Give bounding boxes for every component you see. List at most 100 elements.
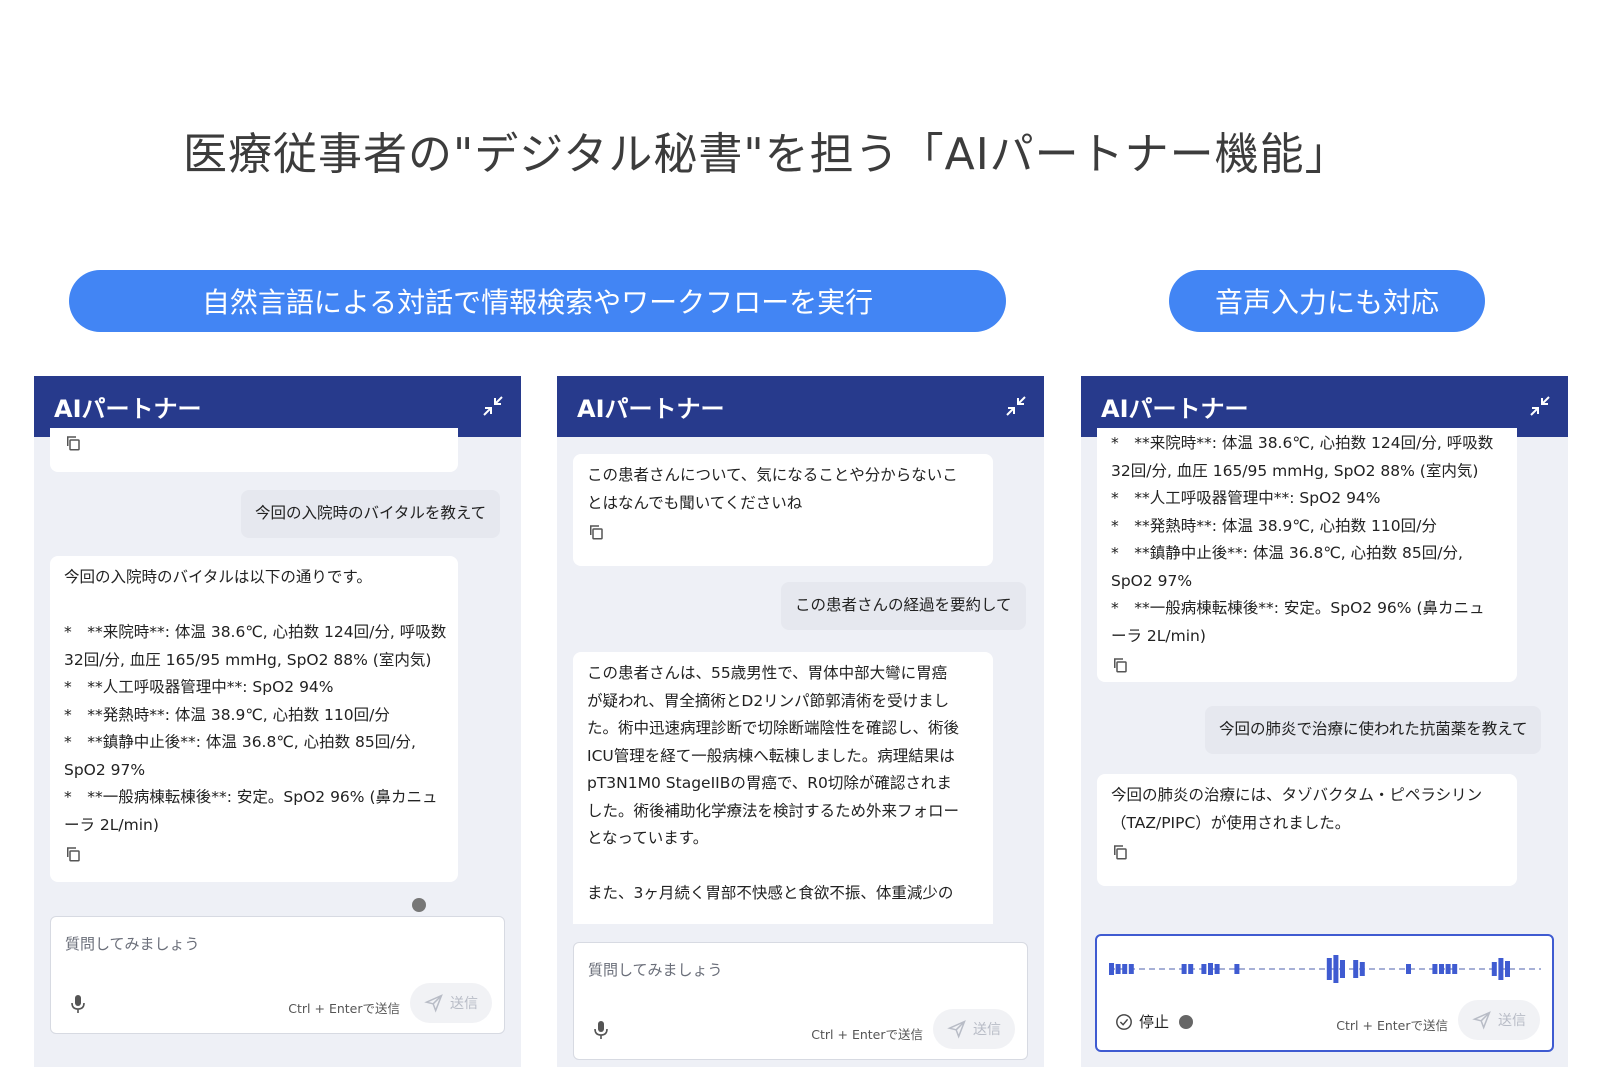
feature-pill-dialog: 自然言語による対話で情報検索やワークフローを実行 — [69, 270, 1006, 332]
waveform-bar — [1498, 958, 1504, 980]
message-line: 32回/分, 血圧 165/95 mmHg, SpO2 88% (室内気) — [64, 650, 432, 669]
message-line: した。術後補助化学療法を検討するため外来フォロー — [587, 801, 960, 820]
waveform-bar — [1491, 962, 1497, 976]
collapse-icon[interactable] — [481, 394, 505, 418]
input-placeholder: 質問してみましょう — [588, 961, 723, 979]
message-line — [64, 592, 444, 620]
waveform-bar — [1208, 963, 1213, 975]
copy-icon[interactable] — [64, 434, 82, 452]
message-line: * **来院時**: 体温 38.6℃, 心拍数 124回/分, 呼吸数 — [64, 623, 447, 641]
message-line: * **鎮静中止後**: 体温 36.8℃, 心拍数 85回/分, — [1111, 544, 1463, 562]
waveform-bar — [1234, 964, 1240, 974]
panel-title: AIパートナー — [1101, 395, 1249, 423]
send-button[interactable]: 送信 — [1458, 1000, 1540, 1040]
waveform-bar — [1181, 964, 1187, 974]
send-shortcut-hint: Ctrl + Enterで送信 — [1336, 1018, 1448, 1033]
ai-message: 今回の入院時のバイタルは以下の通りです。 * **来院時**: 体温 38.6℃,… — [50, 556, 458, 882]
send-icon — [1472, 1011, 1491, 1030]
message-line: この患者さんは、55歳男性で、胃体中部大彎に胃癌 — [587, 664, 948, 682]
panel-title: AIパートナー — [577, 395, 725, 423]
send-icon — [947, 1020, 966, 1039]
panel-title: AIパートナー — [54, 395, 202, 423]
ai-message: 今回の肺炎の治療には、タゾバクタム・ピペラシリン （TAZ/PIPC）が使用されま… — [1097, 774, 1517, 886]
waveform-bar — [1505, 961, 1510, 977]
waveform-bar — [1333, 955, 1339, 983]
waveform-bar — [1445, 964, 1451, 974]
user-message: この患者さんの経過を要約して — [781, 582, 1026, 630]
page-title: 医療従事者の"デジタル秘書"を担う「AIパートナー機能」 — [183, 129, 1350, 180]
message-line: * **一般病棟転棟後**: 安定。SpO2 96% (鼻カニュ — [1111, 599, 1485, 617]
send-shortcut-hint: Ctrl + Enterで送信 — [811, 1027, 923, 1042]
message-line: ーラ 2L/min) — [1111, 626, 1206, 645]
panel-header: AIパートナー — [557, 376, 1044, 437]
message-line: SpO2 97% — [1111, 571, 1193, 590]
waveform-bar — [1432, 964, 1438, 974]
check-circle-icon — [1116, 1013, 1132, 1030]
send-shortcut-hint: Ctrl + Enterで送信 — [288, 1001, 400, 1016]
ai-message-previous — [50, 428, 458, 472]
waveform-bar — [1122, 964, 1128, 974]
ai-message-text: この患者さんは、55歳男性で、胃体中部大彎に胃癌 が疑われ、胃全摘術とD2リンパ節… — [587, 660, 979, 908]
waveform-bar — [1359, 962, 1365, 976]
waveform-bar — [1340, 960, 1345, 978]
send-button[interactable]: 送信 — [933, 1009, 1015, 1049]
message-line: SpO2 97% — [64, 760, 146, 779]
waveform-bar — [1214, 964, 1220, 974]
copy-icon[interactable] — [1111, 843, 1129, 861]
waveform-bar — [1452, 964, 1458, 974]
waveform-bar — [1188, 964, 1194, 974]
ai-message-text: 今回の肺炎の治療には、タゾバクタム・ピペラシリン （TAZ/PIPC）が使用されま… — [1111, 782, 1503, 837]
message-line: ーラ 2L/min) — [64, 815, 159, 834]
question-input[interactable]: 質問してみましょう Ctrl + Enterで送信 送信 — [50, 916, 505, 1034]
ai-greeting-text: この患者さんについて、気になることや分からないこ とはなんでも聞いてくださいね — [587, 462, 979, 517]
message-line: となっています。 — [587, 829, 709, 847]
copy-icon[interactable] — [64, 845, 82, 863]
waveform-bar — [1353, 960, 1359, 978]
user-message: 今回の肺炎で治療に使われた抗菌薬を教えて — [1205, 706, 1542, 754]
chat-panel-summary: AIパートナー この患者さんについて、気になることや分からないこ とはなんでも聞い… — [557, 376, 1044, 1067]
message-line — [587, 853, 979, 881]
microphone-icon[interactable] — [592, 1019, 610, 1041]
message-line: 今回の入院時のバイタルは以下の通りです。 — [64, 568, 372, 586]
collapse-icon[interactable] — [1528, 394, 1552, 418]
copy-icon[interactable] — [587, 523, 605, 541]
input-placeholder: 質問してみましょう — [65, 935, 200, 953]
send-icon — [424, 994, 443, 1013]
message-line: また、3ヶ月続く胃部不快感と食欲不振、体重減少の — [587, 884, 954, 902]
waveform-bar — [1128, 964, 1134, 974]
message-line: * **鎮静中止後**: 体温 36.8℃, 心拍数 85回/分, — [64, 733, 416, 751]
send-button[interactable]: 送信 — [410, 983, 492, 1023]
scroll-indicator[interactable] — [412, 898, 426, 912]
message-line: * **発熱時**: 体温 38.9℃, 心拍数 110回/分 — [64, 705, 390, 724]
message-line: この患者さんについて、気になることや分からないこ — [587, 466, 958, 484]
feature-pill-voice: 音声入力にも対応 — [1169, 270, 1485, 332]
message-line: * **人工呼吸器管理中**: SpO2 94% — [64, 678, 334, 696]
message-line: * **発熱時**: 体温 38.9℃, 心拍数 110回/分 — [1111, 516, 1437, 535]
message-line: た。術中迅速病理診断で切除断端陰性を確認し、術後 — [587, 719, 960, 737]
ai-message: この患者さんは、55歳男性で、胃体中部大彎に胃癌 が疑われ、胃全摘術とD2リンパ節… — [573, 652, 993, 924]
ai-greeting: この患者さんについて、気になることや分からないこ とはなんでも聞いてくださいね — [573, 454, 993, 566]
message-line: とはなんでも聞いてくださいね — [587, 493, 803, 512]
chat-panel-vitals: AIパートナー 今回の入院時のバイタルを教えて 今回の入院時のバイタルは以下の通… — [34, 376, 521, 1067]
message-line: 今回の肺炎の治療には、タゾバクタム・ピペラシリン — [1111, 786, 1483, 804]
message-line: * **来院時**: 体温 38.6℃, 心拍数 124回/分, 呼吸数 — [1111, 434, 1494, 452]
stop-recording-button[interactable]: 停止 — [1115, 1011, 1194, 1032]
message-line: pT3N1M0 StageIIBの胃癌で、R0切除が確認されま — [587, 774, 952, 792]
message-line: 32回/分, 血圧 165/95 mmHg, SpO2 88% (室内気) — [1111, 461, 1479, 480]
microphone-icon[interactable] — [69, 993, 87, 1015]
message-line: * **人工呼吸器管理中**: SpO2 94% — [1111, 489, 1381, 507]
chat-panel-voice: AIパートナー * **来院時**: 体温 38.6℃, 心拍数 124回/分,… — [1081, 376, 1568, 1067]
ai-message-text: 今回の入院時のバイタルは以下の通りです。 * **来院時**: 体温 38.6℃,… — [64, 564, 447, 839]
message-line: * **一般病棟転棟後**: 安定。SpO2 96% (鼻カニュ — [64, 788, 438, 806]
send-label: 送信 — [1498, 1013, 1526, 1029]
ai-message-text: * **来院時**: 体温 38.6℃, 心拍数 124回/分, 呼吸数 32回/… — [1111, 430, 1503, 650]
waveform-bar — [1115, 964, 1121, 974]
stop-label: 停止 — [1139, 1013, 1170, 1031]
collapse-icon[interactable] — [1004, 394, 1028, 418]
voice-input-box[interactable]: 停止 Ctrl + Enterで送信 送信 — [1095, 934, 1554, 1052]
waveform-bar — [1201, 964, 1207, 974]
question-input[interactable]: 質問してみましょう Ctrl + Enterで送信 送信 — [573, 942, 1028, 1060]
waveform-bar — [1439, 964, 1444, 974]
copy-icon[interactable] — [1111, 656, 1129, 674]
send-label: 送信 — [450, 996, 478, 1012]
